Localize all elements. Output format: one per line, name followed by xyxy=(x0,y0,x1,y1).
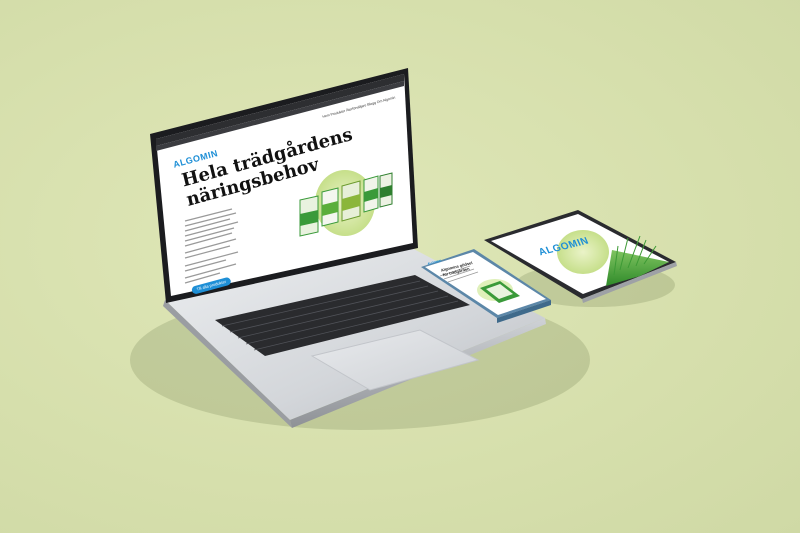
device-scene xyxy=(130,68,677,430)
